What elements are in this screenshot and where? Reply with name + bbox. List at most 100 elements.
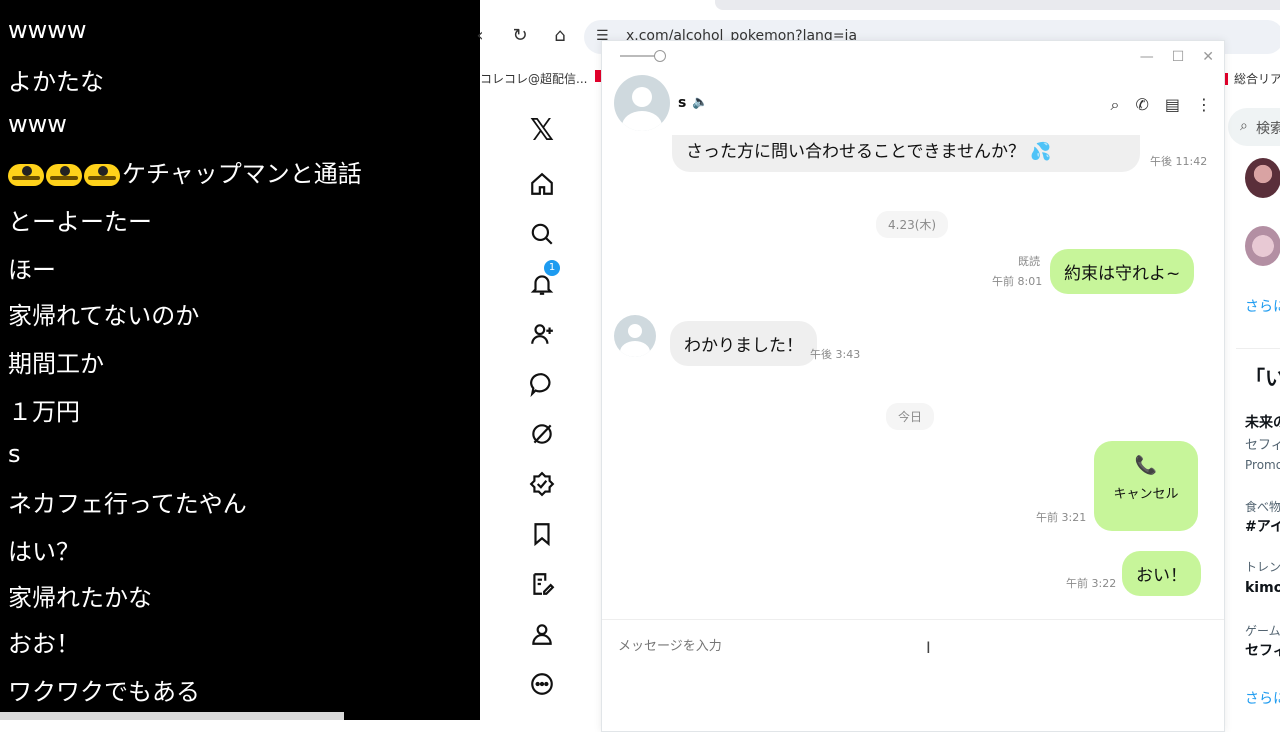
comment-line: 家帰れてないのか xyxy=(8,302,200,330)
bee-icon xyxy=(8,164,44,186)
comment-input-bar[interactable] xyxy=(0,712,344,720)
comment-line: １万円 xyxy=(8,398,80,426)
call-status: キャンセル xyxy=(1113,487,1179,502)
tab-strip[interactable] xyxy=(715,0,1280,10)
avatar[interactable] xyxy=(1245,226,1280,266)
message-composer: I xyxy=(602,619,1224,732)
message-time: 午後 11:42 xyxy=(1150,155,1208,168)
sidebar-item-verified[interactable] xyxy=(520,464,564,504)
nav-buttons: ‹ ↻ ⌂ xyxy=(470,26,570,46)
sidebar-item-messages[interactable] xyxy=(520,364,564,404)
more-vertical-icon[interactable]: ⋮ xyxy=(1196,95,1212,115)
divider xyxy=(1236,348,1280,349)
comment-text: ケチャップマンと通話 xyxy=(122,160,362,188)
home-icon[interactable]: ⌂ xyxy=(550,26,570,46)
verified-badge-icon xyxy=(529,471,555,497)
message-input[interactable] xyxy=(616,634,1210,658)
avatar[interactable] xyxy=(614,75,670,131)
opacity-slider[interactable] xyxy=(620,50,666,62)
comment-line: おお！ xyxy=(8,630,80,658)
trend-title[interactable]: #アイ xyxy=(1245,516,1280,536)
date-separator: 4.23(木) xyxy=(876,211,949,238)
comment-stream: wwww よかたな www ケチャップマンと通話 とーよーたー ほー 家帰れてな… xyxy=(0,0,480,720)
sidebar-item-more[interactable] xyxy=(520,664,564,704)
close-icon[interactable]: ✕ xyxy=(1202,49,1214,65)
trends-panel: ⌕ 検索 さらに 「い 未来の セフィ Promo 食べ物 #アイ トレン kim… xyxy=(1228,100,1280,720)
comment-line: www xyxy=(8,110,67,138)
sidebar-item-bookmarks[interactable] xyxy=(520,514,564,554)
text-cursor-icon: I xyxy=(926,638,931,657)
sidebar-item-explore[interactable] xyxy=(520,214,564,254)
message-bubble-outgoing[interactable]: 約束は守れよ~ xyxy=(1050,249,1195,294)
promoted-label: Promo xyxy=(1245,458,1280,472)
message-time: 午前 3:22 xyxy=(1066,577,1117,590)
sidebar-item-profile[interactable] xyxy=(520,614,564,654)
avatar[interactable] xyxy=(1245,158,1280,198)
message-bubble-outgoing[interactable]: おい！ xyxy=(1122,551,1201,596)
notification-badge: 1 xyxy=(544,260,560,276)
bookmark-item[interactable]: コレコレ@超配信... xyxy=(480,70,587,87)
show-more-link[interactable]: さらに xyxy=(1245,688,1280,708)
sidebar-item-articles[interactable] xyxy=(520,564,564,604)
trend-title[interactable]: 未来の xyxy=(1245,412,1280,432)
bee-emoji-icons xyxy=(8,164,120,186)
comment-line: ワクワクでもある xyxy=(8,678,200,706)
trend-title[interactable]: セフィ xyxy=(1245,640,1280,660)
bookmark-icon xyxy=(534,523,550,547)
compose-icon xyxy=(533,573,555,595)
sidebar-item-notifications[interactable]: 1 xyxy=(520,260,564,304)
comment-line: 家帰れたかな xyxy=(8,584,152,612)
search-icon: ⌕ xyxy=(1240,118,1248,134)
bee-icon xyxy=(46,164,82,186)
message-bubble-incoming[interactable]: さった方に問い合わせることできませんか？ 💦 xyxy=(672,135,1140,172)
window-controls: — ☐ ✕ xyxy=(1140,49,1214,65)
header-actions: ⌕ ✆ ▤ ⋮ xyxy=(1111,95,1213,115)
sidebar-item-home[interactable] xyxy=(520,164,564,204)
comment-line: はい？ xyxy=(8,538,80,566)
more-circle-icon xyxy=(531,673,553,695)
sidebar-item-follow[interactable] xyxy=(520,314,564,354)
search-icon xyxy=(531,223,553,245)
date-separator: 今日 xyxy=(886,403,935,430)
trend-category: トレン xyxy=(1245,560,1280,574)
bee-icon xyxy=(84,164,120,186)
comment-line: 期間工か xyxy=(8,350,104,378)
minimize-icon[interactable]: — xyxy=(1140,49,1154,65)
show-more-link[interactable]: さらに xyxy=(1245,296,1280,316)
x-logo-icon: 𝕏 xyxy=(529,112,555,148)
read-receipt: 既読 xyxy=(1018,255,1040,268)
reload-icon[interactable]: ↻ xyxy=(510,26,530,46)
trend-category: 食べ物 xyxy=(1245,500,1280,514)
avatar[interactable] xyxy=(614,315,656,357)
notes-icon[interactable]: ▤ xyxy=(1165,95,1180,115)
profile-icon xyxy=(532,624,552,645)
chat-bubble-icon xyxy=(530,373,551,397)
trend-category: ゲーム xyxy=(1245,624,1280,638)
back-icon[interactable]: ‹ xyxy=(470,26,490,46)
x-logo[interactable]: 𝕏 xyxy=(520,110,564,150)
trend-subtitle: セフィ xyxy=(1245,438,1280,453)
comment-line: s xyxy=(8,440,21,468)
home-icon xyxy=(531,172,553,195)
search-placeholder: 検索 xyxy=(1256,121,1280,137)
bookmark-item[interactable]: 総合リア xyxy=(1222,70,1280,87)
sidebar-item-grok[interactable] xyxy=(520,414,564,454)
phone-icon[interactable]: ✆ xyxy=(1135,95,1148,115)
contact-name[interactable]: s xyxy=(678,95,686,111)
message-bubble-incoming[interactable]: わかりました！ xyxy=(670,321,817,366)
add-user-icon xyxy=(531,324,553,344)
comment-line: よかたな xyxy=(8,68,104,96)
dm-window: — ☐ ✕ s 🔈 ⌕ ✆ ▤ ⋮ さった方に問い合わせることできませんか？ 💦… xyxy=(601,40,1225,732)
mute-icon: 🔈 xyxy=(692,95,709,110)
comment-line: ネカフェ行ってたやん xyxy=(8,490,247,518)
search-icon[interactable]: ⌕ xyxy=(1111,95,1120,115)
comment-line: wwww xyxy=(8,16,87,44)
search-box[interactable]: ⌕ 検索 xyxy=(1228,108,1280,146)
message-time: 午前 8:01 xyxy=(992,275,1043,288)
message-time: 午前 3:21 xyxy=(1036,511,1087,524)
message-time: 午後 3:43 xyxy=(810,348,861,361)
call-message-bubble[interactable]: 📞 キャンセル xyxy=(1094,441,1198,531)
trend-title[interactable]: kimo xyxy=(1245,580,1280,596)
maximize-icon[interactable]: ☐ xyxy=(1172,49,1185,65)
phone-icon: 📞 xyxy=(1134,455,1158,476)
